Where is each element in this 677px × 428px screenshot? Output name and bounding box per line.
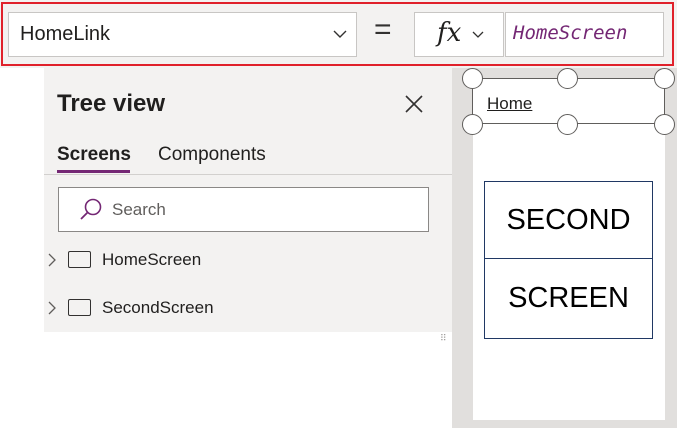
search-input[interactable]: Search (58, 187, 429, 232)
tree-view-title: Tree view (57, 90, 166, 117)
home-link[interactable]: Home (487, 94, 532, 114)
screen-icon (68, 299, 91, 316)
close-icon[interactable] (402, 92, 426, 116)
resize-grip-icon[interactable]: ⠿ (440, 333, 448, 344)
label-screen[interactable]: SCREEN (484, 258, 653, 339)
screen-icon (68, 251, 91, 268)
chevron-right-icon[interactable] (46, 300, 58, 316)
tree-view-panel: Tree view Screens Components Search Home… (44, 68, 452, 332)
resize-handle[interactable] (557, 114, 578, 135)
resize-handle[interactable] (654, 68, 675, 89)
resize-handle[interactable] (462, 68, 483, 89)
tab-screens[interactable]: Screens (57, 144, 131, 166)
tree-item-label: SecondScreen (102, 298, 214, 317)
search-placeholder: Search (112, 200, 166, 219)
resize-handle[interactable] (462, 114, 483, 135)
resize-handle[interactable] (654, 114, 675, 135)
tree-item-secondscreen[interactable]: SecondScreen (44, 292, 452, 324)
tab-selected-indicator (57, 170, 130, 173)
resize-handle[interactable] (557, 68, 578, 89)
tab-components[interactable]: Components (158, 144, 266, 166)
formula-bar-highlight (1, 2, 674, 66)
search-icon (80, 198, 102, 220)
divider (44, 174, 452, 175)
tree-item-homescreen[interactable]: HomeScreen (44, 244, 452, 276)
chevron-right-icon[interactable] (46, 252, 58, 268)
tree-item-label: HomeScreen (102, 250, 202, 269)
label-second[interactable]: SECOND (484, 181, 653, 259)
